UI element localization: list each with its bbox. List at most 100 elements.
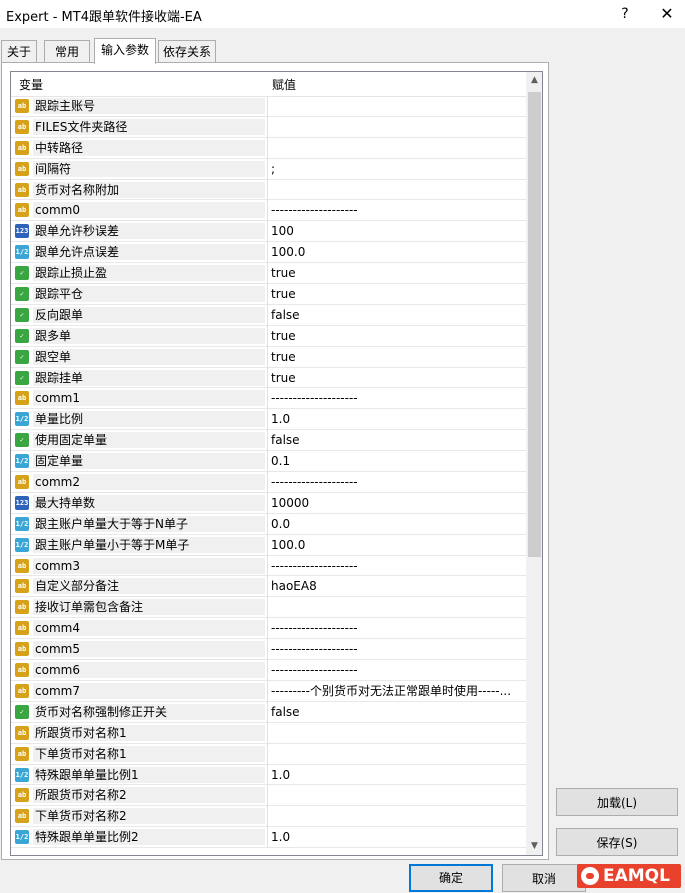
parameter-name: 特殊跟单单量比例1 xyxy=(33,766,265,783)
parameter-value[interactable]: ; xyxy=(271,161,523,177)
table-row[interactable]: ab 货币对名称附加 xyxy=(11,179,526,201)
column-divider xyxy=(267,96,268,117)
tab-common[interactable]: 常用 xyxy=(44,40,90,62)
parameter-value[interactable]: haoEA8 xyxy=(271,578,523,594)
table-row[interactable]: ✓ 使用固定单量 false xyxy=(11,430,526,452)
parameter-value[interactable]: -------------------- xyxy=(271,558,523,574)
parameter-value[interactable] xyxy=(271,98,523,114)
column-header-value[interactable]: 赋值 xyxy=(272,76,296,93)
table-row[interactable]: 1/2 固定单量 0.1 xyxy=(11,451,526,473)
table-row[interactable]: 1/2 特殊跟单单量比例1 1.0 xyxy=(11,764,526,786)
scroll-thumb[interactable] xyxy=(528,92,541,557)
tab-inputs[interactable]: 输入参数 xyxy=(94,38,156,64)
parameter-value[interactable]: 0.0 xyxy=(271,516,523,532)
table-row[interactable]: 1/2 跟主账户单量大于等于N单子 0.0 xyxy=(11,513,526,535)
tab-dependencies[interactable]: 依存关系 xyxy=(158,40,216,62)
scroll-down-arrow-icon[interactable]: ▼ xyxy=(526,838,542,855)
string-type-icon: ab xyxy=(15,161,29,176)
table-row[interactable]: 1/2 单量比例 1.0 xyxy=(11,409,526,431)
parameter-name: 货币对名称强制修正开关 xyxy=(33,703,265,720)
parameter-name: 货币对名称附加 xyxy=(33,181,265,198)
table-row[interactable]: ab 下单货币对名称1 xyxy=(11,743,526,765)
table-row[interactable]: ab comm4 -------------------- xyxy=(11,618,526,640)
scroll-up-arrow-icon[interactable]: ▲ xyxy=(526,72,542,89)
load-button[interactable]: 加载(L) xyxy=(556,788,678,816)
parameter-value[interactable]: 10000 xyxy=(271,495,523,511)
column-divider xyxy=(267,346,268,368)
parameter-value[interactable] xyxy=(271,182,523,198)
parameter-value[interactable]: ---------个别货币对无法正常跟单时使用-----... xyxy=(271,683,523,699)
table-row[interactable]: ✓ 跟多单 true xyxy=(11,325,526,347)
table-row[interactable]: ✓ 反向跟单 false xyxy=(11,304,526,326)
table-row[interactable]: ab 中转路径 xyxy=(11,137,526,159)
parameter-value[interactable]: 100.0 xyxy=(271,537,523,553)
close-button[interactable]: ✕ xyxy=(656,3,678,25)
parameter-name: 跟主账户单量大于等于N单子 xyxy=(33,515,265,532)
table-row[interactable]: ab comm6 -------------------- xyxy=(11,660,526,682)
parameter-value[interactable]: false xyxy=(271,432,523,448)
parameter-value[interactable]: true xyxy=(271,370,523,386)
vertical-scrollbar[interactable]: ▲ ▼ xyxy=(526,72,542,855)
parameter-value[interactable] xyxy=(271,746,523,762)
table-row[interactable]: ab comm2 -------------------- xyxy=(11,472,526,494)
table-row[interactable]: ab comm5 -------------------- xyxy=(11,639,526,661)
parameter-value[interactable]: 1.0 xyxy=(271,829,523,845)
parameter-value[interactable]: true xyxy=(271,265,523,281)
table-row[interactable]: ab 所跟货币对名称2 xyxy=(11,785,526,807)
table-row[interactable]: ✓ 跟踪挂单 true xyxy=(11,367,526,389)
table-row[interactable]: ab 下单货币对名称2 xyxy=(11,806,526,828)
table-row[interactable]: ab 自定义部分备注 haoEA8 xyxy=(11,576,526,598)
parameter-value[interactable]: 0.1 xyxy=(271,453,523,469)
double-type-icon: 1/2 xyxy=(15,516,29,531)
parameter-value[interactable]: false xyxy=(271,307,523,323)
parameter-value[interactable]: true xyxy=(271,286,523,302)
table-row[interactable]: ab 所跟货币对名称1 xyxy=(11,722,526,744)
parameter-value[interactable]: -------------------- xyxy=(271,641,523,657)
parameter-value[interactable]: 1.0 xyxy=(271,767,523,783)
cancel-button[interactable]: 取消 xyxy=(502,864,586,892)
parameter-value[interactable]: -------------------- xyxy=(271,620,523,636)
parameter-value[interactable] xyxy=(271,808,523,824)
tab-about[interactable]: 关于 xyxy=(1,40,37,62)
table-row[interactable]: 1/2 特殊跟单单量比例2 1.0 xyxy=(11,827,526,849)
table-row[interactable]: 1/2 跟单允许点误差 100.0 xyxy=(11,242,526,264)
table-row[interactable]: ab 跟踪主账号 xyxy=(11,96,526,117)
parameter-value[interactable]: -------------------- xyxy=(271,390,523,406)
table-row[interactable]: ✓ 跟空单 true xyxy=(11,346,526,368)
parameter-value[interactable] xyxy=(271,787,523,803)
parameter-value[interactable]: 1.0 xyxy=(271,411,523,427)
ok-button[interactable]: 确定 xyxy=(409,864,493,892)
parameter-value[interactable]: 100.0 xyxy=(271,244,523,260)
column-header-variable[interactable]: 变量 xyxy=(19,76,43,93)
parameter-value[interactable]: -------------------- xyxy=(271,662,523,678)
parameter-value[interactable] xyxy=(271,599,523,615)
parameter-value[interactable]: true xyxy=(271,349,523,365)
table-row[interactable]: ab 接收订单需包含备注 xyxy=(11,597,526,619)
parameter-value[interactable]: true xyxy=(271,328,523,344)
table-row[interactable]: ab comm0 -------------------- xyxy=(11,200,526,222)
string-type-icon: ab xyxy=(15,788,29,803)
parameter-name: 接收订单需包含备注 xyxy=(33,599,265,616)
table-row[interactable]: ✓ 跟踪平仓 true xyxy=(11,284,526,306)
parameter-value[interactable] xyxy=(271,725,523,741)
table-row[interactable]: ✓ 跟踪止损止盈 true xyxy=(11,263,526,285)
parameter-value[interactable]: -------------------- xyxy=(271,202,523,218)
parameter-value[interactable]: false xyxy=(271,704,523,720)
parameter-value[interactable]: -------------------- xyxy=(271,474,523,490)
help-button[interactable]: ? xyxy=(614,3,636,25)
table-row[interactable]: 1/2 跟主账户单量小于等于M单子 100.0 xyxy=(11,534,526,556)
table-row[interactable]: ab comm1 -------------------- xyxy=(11,388,526,410)
parameter-name: comm2 xyxy=(33,474,265,491)
table-row[interactable]: ✓ 货币对名称强制修正开关 false xyxy=(11,701,526,723)
table-row[interactable]: ab FILES文件夹路径 xyxy=(11,116,526,138)
parameter-value[interactable]: 100 xyxy=(271,223,523,239)
table-row[interactable]: 123 最大持单数 10000 xyxy=(11,492,526,514)
table-row[interactable]: ab comm3 -------------------- xyxy=(11,555,526,577)
save-button[interactable]: 保存(S) xyxy=(556,828,678,856)
parameter-value[interactable] xyxy=(271,140,523,156)
table-row[interactable]: ab 间隔符; xyxy=(11,158,526,180)
parameter-value[interactable] xyxy=(271,119,523,135)
table-row[interactable]: 123 跟单允许秒误差 100 xyxy=(11,221,526,243)
table-row[interactable]: ab comm7 ---------个别货币对无法正常跟单时使用-----... xyxy=(11,680,526,702)
grid-header: 变量 赋值 xyxy=(11,72,526,97)
